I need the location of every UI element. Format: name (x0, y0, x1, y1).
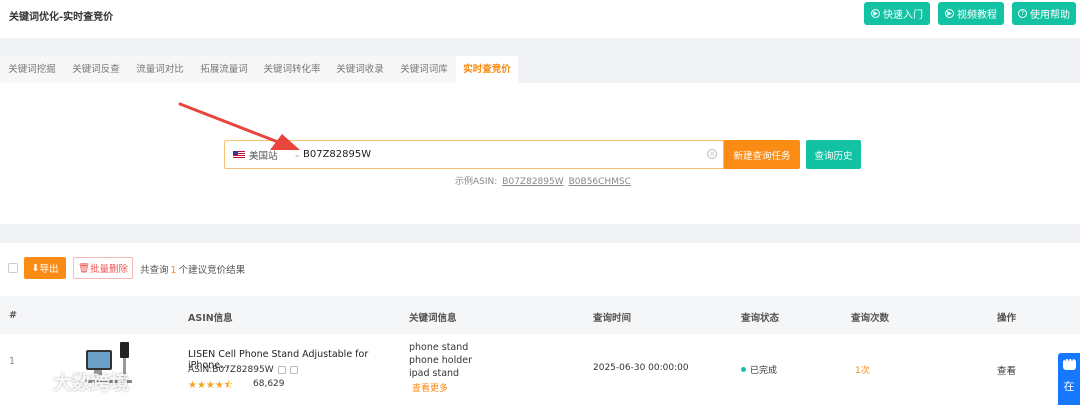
result-count: 共查询 1 个建议竞价结果 (140, 262, 245, 276)
col-keyword-info: 关键词信息 (409, 313, 457, 324)
site-select-label: 美国站 (249, 150, 278, 162)
product-image[interactable] (80, 340, 138, 390)
tab-keyword-library[interactable]: 关键词词库 (392, 56, 456, 83)
export-button[interactable]: ⬇ 导出 (24, 257, 66, 279)
asin-line: ASIN:B07Z82895W (188, 365, 298, 375)
video-tutorial-label: 视频教程 (957, 10, 997, 21)
asin-input[interactable] (303, 145, 693, 164)
col-query-count: 查询次数 (851, 313, 890, 324)
tab-traffic-compare[interactable]: 流量词对比 (128, 56, 192, 83)
header-bar: 关键词优化-实时查竞价 ▶ 快速入门 ▶ 视频教程 ? 使用帮助 (0, 0, 1080, 38)
keyword-item: ipad stand (409, 368, 460, 379)
page-title: 关键词优化-实时查竞价 (9, 12, 114, 23)
tab-keyword-reverse[interactable]: 关键词反查 (64, 56, 128, 83)
results-panel: ⬇ 导出 🗑 批量删除 共查询 1 个建议竞价结果 # ASIN信息 关键词信息 查… (0, 243, 1080, 405)
video-tutorial-button[interactable]: ▶ 视频教程 (938, 2, 1004, 25)
tab-keyword-index[interactable]: 关键词收录 (328, 56, 392, 83)
asin-text: ASIN:B07Z82895W (188, 365, 274, 375)
search-panel: 美国站 ⌄ × 新建查询任务 查询历史 示例ASIN: B07Z82895W B0B… (0, 83, 1080, 224)
tab-expand-traffic[interactable]: 拓展流量词 (192, 56, 256, 83)
batch-delete-button[interactable]: 🗑 批量删除 (73, 257, 133, 279)
help-label: 使用帮助 (1030, 10, 1070, 21)
copy-icon[interactable] (277, 366, 286, 374)
count-number: 1 (170, 265, 177, 276)
quick-start-button[interactable]: ▶ 快速入门 (864, 2, 930, 25)
export-label: 导出 (39, 264, 59, 275)
table-row: 1 LISEN Cell Phone Stand Adjustable for … (0, 334, 1080, 405)
play-circle-icon: ▶ (871, 9, 880, 18)
external-link-icon[interactable] (289, 366, 298, 374)
example-prefix: 示例ASIN: (455, 177, 498, 187)
query-status: 已完成 (741, 363, 777, 376)
chat-bubble-icon (1062, 356, 1076, 370)
col-asin-info: ASIN信息 (188, 313, 233, 324)
chat-label: 在 (1063, 380, 1075, 393)
question-circle-icon: ? (1018, 9, 1027, 18)
tab-realtime-bid[interactable]: 实时查竞价 (456, 56, 518, 83)
download-icon: ⬇ (31, 262, 40, 274)
review-count: 68,629 (253, 379, 285, 389)
help-button[interactable]: ? 使用帮助 (1012, 2, 1076, 25)
us-flag-icon (233, 150, 245, 159)
count-suffix: 个建议竞价结果 (178, 265, 246, 276)
count-prefix: 共查询 (140, 265, 169, 276)
query-history-button[interactable]: 查询历史 (806, 140, 861, 169)
batch-delete-label: 批量删除 (90, 264, 129, 275)
select-all-checkbox[interactable] (8, 263, 18, 273)
example-asin-link[interactable]: B0B56CHMSC (569, 177, 631, 187)
chevron-down-icon: ⌄ (293, 149, 302, 160)
chat-widget[interactable]: 在 (1058, 353, 1080, 405)
tab-conversion-rate[interactable]: 关键词转化率 (256, 56, 328, 83)
trash-icon: 🗑 (77, 262, 91, 274)
keyword-item: phone stand (409, 342, 469, 353)
query-time: 2025-06-30 00:00:00 (593, 363, 689, 373)
table-header: # ASIN信息 关键词信息 查询时间 查询状态 查询次数 操作 (0, 296, 1080, 334)
query-times: 1次 (855, 366, 870, 376)
col-index: # (9, 310, 17, 321)
view-more-link[interactable]: 查看更多 (412, 381, 448, 394)
play-circle-icon: ▶ (945, 9, 954, 18)
col-query-status: 查询状态 (741, 313, 780, 324)
tab-keyword-mining[interactable]: 关键词挖掘 (0, 56, 64, 83)
col-action: 操作 (997, 313, 1017, 324)
tab-bar: 关键词挖掘 关键词反查 流量词对比 拓展流量词 关键词转化率 关键词收录 关键词… (0, 56, 1080, 83)
status-dot-icon (741, 367, 746, 372)
col-query-time: 查询时间 (593, 313, 632, 324)
clear-icon[interactable]: × (707, 149, 717, 159)
example-asin-link[interactable]: B07Z82895W (502, 177, 563, 187)
view-action-link[interactable]: 查看 (997, 363, 1016, 377)
example-asins: 示例ASIN: B07Z82895W B0B56CHMSC (455, 174, 631, 187)
search-box: 美国站 ⌄ × (224, 140, 724, 169)
results-toolbar: ⬇ 导出 🗑 批量删除 共查询 1 个建议竞价结果 (0, 243, 1080, 296)
site-select[interactable]: 美国站 ⌄ (233, 141, 301, 168)
status-text: 已完成 (750, 366, 778, 376)
quick-start-label: 快速入门 (883, 10, 923, 21)
rating-stars: ★★★★⯪ (188, 380, 234, 391)
row-index: 1 (9, 356, 16, 367)
new-query-task-button[interactable]: 新建查询任务 (724, 140, 800, 169)
keyword-item: phone holder (409, 355, 473, 366)
